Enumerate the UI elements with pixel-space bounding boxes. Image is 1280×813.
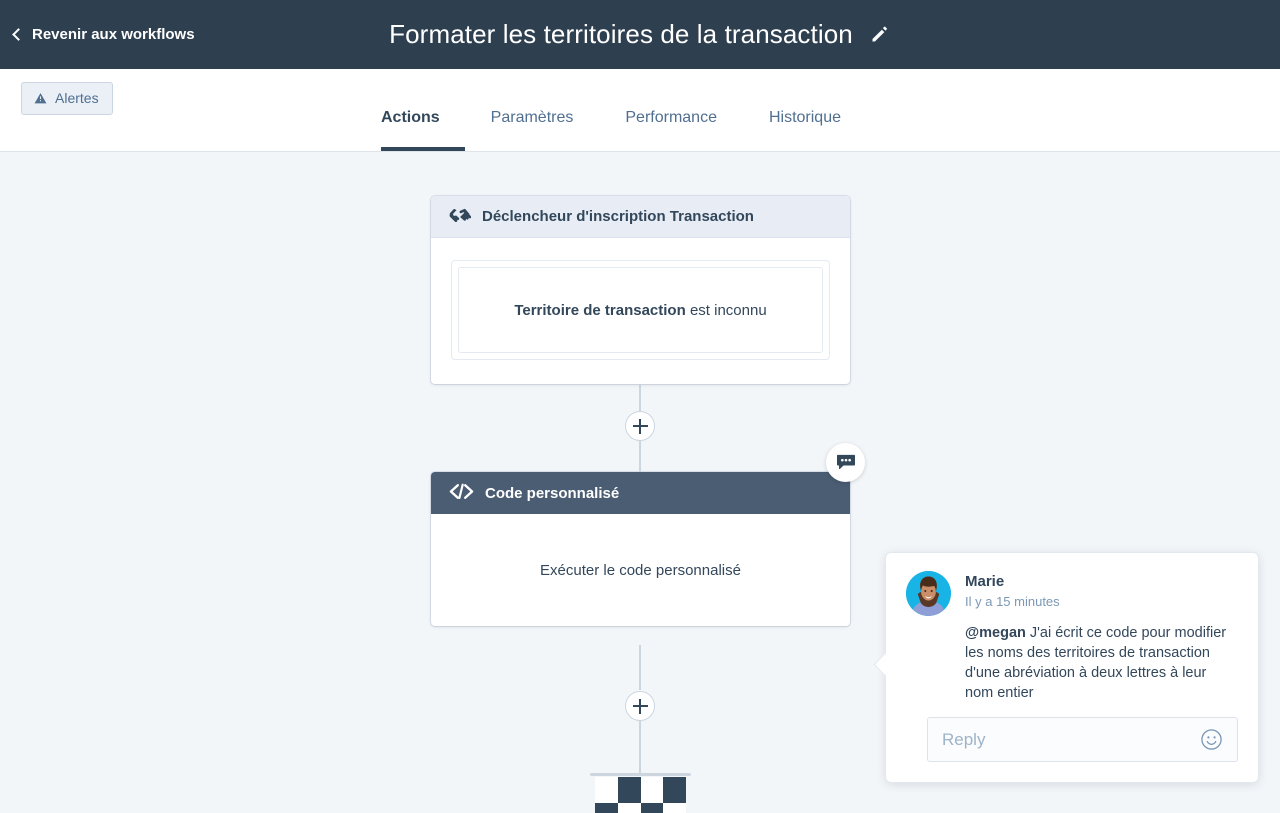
app-header: Revenir aux workflows Formater les terri… xyxy=(0,0,1280,69)
tab-actions-label: Actions xyxy=(381,109,440,126)
custom-code-card-header: Code personnalisé xyxy=(431,472,850,514)
tab-parametres[interactable]: Paramètres xyxy=(465,109,600,151)
reply-input[interactable]: Reply xyxy=(927,717,1238,762)
tab-historique-label: Historique xyxy=(768,109,841,126)
tab-historique[interactable]: Historique xyxy=(743,109,867,151)
back-to-workflows-link[interactable]: Revenir aux workflows xyxy=(12,26,195,43)
filter-operator-label: est inconnu xyxy=(689,301,767,319)
add-action-above-code-button[interactable] xyxy=(625,411,655,441)
end-marker-bar xyxy=(590,773,691,776)
reply-placeholder: Reply xyxy=(942,729,986,749)
comment-body: @megan J'ai écrit ce code pour modifier … xyxy=(965,623,1238,703)
warning-triangle-icon xyxy=(34,92,47,105)
trigger-filter-group[interactable]: Territoire de transaction est inconnu xyxy=(451,260,830,360)
code-brackets-icon xyxy=(449,483,474,504)
trigger-filter[interactable]: Territoire de transaction est inconnu xyxy=(458,267,823,353)
avatar xyxy=(906,571,951,616)
comment-timestamp: Il y a 15 minutes xyxy=(965,594,1060,609)
handshake-icon xyxy=(449,206,472,227)
add-action-below-code-button[interactable] xyxy=(625,691,655,721)
alerts-button[interactable]: Alertes xyxy=(21,82,113,115)
alerts-label: Alertes xyxy=(55,90,99,106)
custom-code-card[interactable]: Code personnalisé Exécuter le code perso… xyxy=(431,472,850,626)
comment-author-name: Marie xyxy=(965,573,1005,590)
custom-code-body-label: Exécuter le code personnalisé xyxy=(540,561,741,579)
back-to-workflows-label: Revenir aux workflows xyxy=(32,26,195,43)
page-title: Formater les territoires de la transacti… xyxy=(389,19,853,49)
connector-line-4 xyxy=(639,721,641,773)
trigger-card-header: Déclencheur d'inscription Transaction xyxy=(431,196,850,238)
comment-popover[interactable]: Marie Il y a 15 minutes @megan J'ai écri… xyxy=(885,552,1259,783)
tab-performance[interactable]: Performance xyxy=(599,109,743,151)
filter-property-label: Territoire de transaction xyxy=(514,301,686,319)
tabs-group: Actions Paramètres Performance Historiqu… xyxy=(381,109,867,151)
card-comment-button[interactable] xyxy=(826,443,865,482)
checkered-flag-icon xyxy=(595,777,686,813)
pencil-icon xyxy=(872,26,888,42)
trigger-card[interactable]: Déclencheur d'inscription Transaction Te… xyxy=(431,196,850,384)
custom-code-card-title: Code personnalisé xyxy=(485,484,620,502)
comment-mention[interactable]: @megan xyxy=(965,625,1026,641)
tab-performance-label: Performance xyxy=(625,109,717,126)
trigger-card-body: Territoire de transaction est inconnu xyxy=(431,238,850,384)
connector-line-3 xyxy=(639,645,641,690)
tab-actions[interactable]: Actions xyxy=(381,109,465,151)
workflow-tabbar: Alertes Actions Paramètres Performance H… xyxy=(0,69,1280,152)
smiley-face-icon[interactable] xyxy=(1200,728,1223,751)
edit-title-button[interactable] xyxy=(869,24,891,46)
chevron-left-icon xyxy=(12,27,25,41)
comment-author-row: Marie Il y a 15 minutes xyxy=(906,571,1238,616)
comment-bubble-icon xyxy=(836,454,855,469)
comment-meta: Marie Il y a 15 minutes xyxy=(965,571,1060,616)
workflow-canvas[interactable]: Déclencheur d'inscription Transaction Te… xyxy=(0,152,1280,813)
custom-code-card-body[interactable]: Exécuter le code personnalisé xyxy=(431,514,850,626)
tab-parametres-label: Paramètres xyxy=(490,109,574,126)
trigger-card-title: Déclencheur d'inscription Transaction xyxy=(482,208,754,225)
